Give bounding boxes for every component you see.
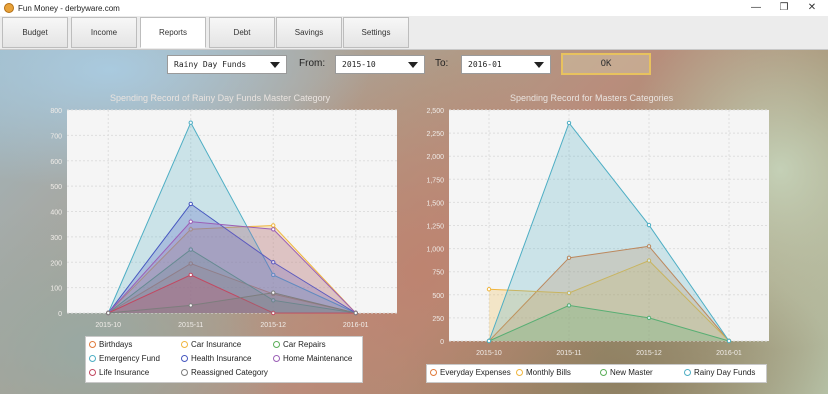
legend-marker-icon [181, 369, 188, 376]
y-tick-label: 250 [432, 316, 444, 323]
legend-marker-icon [684, 369, 691, 376]
x-tick-label: 2015-12 [636, 350, 662, 357]
legend-marker-icon [273, 355, 280, 362]
legend-marker-icon [600, 369, 607, 376]
legend-marker-icon [181, 341, 188, 348]
y-tick-label: 2,500 [426, 108, 444, 115]
legend-label: Monthly Bills [526, 368, 571, 377]
legend-item: Life Insurance [89, 368, 149, 377]
legend-label: Birthdays [99, 340, 133, 349]
legend-label: Everyday Expenses [440, 368, 511, 377]
legend-label: New Master [610, 368, 653, 377]
legend-label: Health Insurance [191, 354, 252, 363]
y-tick-label: 2,250 [426, 131, 444, 138]
legend-marker-icon [273, 341, 280, 348]
legend-label: Car Insurance [191, 340, 242, 349]
legend-item: Car Insurance [181, 340, 241, 349]
legend-marker-icon [516, 369, 523, 376]
legend-label: Rainy Day Funds [694, 368, 756, 377]
legend-marker-icon [89, 355, 96, 362]
legend-label: Life Insurance [99, 368, 150, 377]
y-tick-label: 750 [432, 270, 444, 277]
legend-item: Rainy Day Funds [684, 368, 755, 377]
legend-marker-icon [89, 341, 96, 348]
legend-marker-icon [89, 369, 96, 376]
legend-item: Everyday Expenses [430, 368, 511, 377]
legend-label: Reassigned Category [191, 368, 268, 377]
legend-label: Car Repairs [283, 340, 326, 349]
x-tick-label: 2016-01 [716, 350, 742, 357]
data-point [486, 338, 492, 344]
legend-item: New Master [600, 368, 653, 377]
y-tick-label: 1,000 [426, 247, 444, 254]
legend-label: Emergency Fund [99, 354, 160, 363]
chart-1-legend: Birthdays Car Insurance Car Repairs Emergen… [85, 336, 363, 383]
chart-2-plot: 0 250 500 750 1,000 1,250 1,500 1,750 2,000 2,250… [426, 108, 769, 357]
legend-item: Emergency Fund [89, 354, 160, 363]
legend-item: Monthly Bills [516, 368, 571, 377]
legend-item: Birthdays [89, 340, 132, 349]
legend-item: Home Maintenance [273, 354, 352, 363]
y-tick-label: 0 [440, 339, 444, 346]
x-tick-label: 2015-10 [476, 350, 502, 357]
data-point [646, 222, 652, 228]
y-tick-label: 1,250 [426, 224, 444, 231]
legend-item: Health Insurance [181, 354, 251, 363]
legend-item: Car Repairs [273, 340, 326, 349]
legend-label: Home Maintenance [283, 354, 353, 363]
chart-2-legend: Everyday Expenses Monthly Bills New Master… [426, 364, 767, 383]
data-point [566, 120, 572, 126]
legend-marker-icon [430, 369, 437, 376]
data-point [486, 287, 492, 292]
legend-marker-icon [181, 355, 188, 362]
y-tick-label: 500 [432, 293, 444, 300]
data-point [726, 338, 732, 344]
y-tick-label: 2,000 [426, 154, 444, 161]
y-tick-label: 1,750 [426, 177, 444, 184]
legend-item: Reassigned Category [181, 368, 268, 377]
x-tick-label: 2015-11 [556, 350, 581, 357]
y-tick-label: 1,500 [426, 200, 444, 207]
